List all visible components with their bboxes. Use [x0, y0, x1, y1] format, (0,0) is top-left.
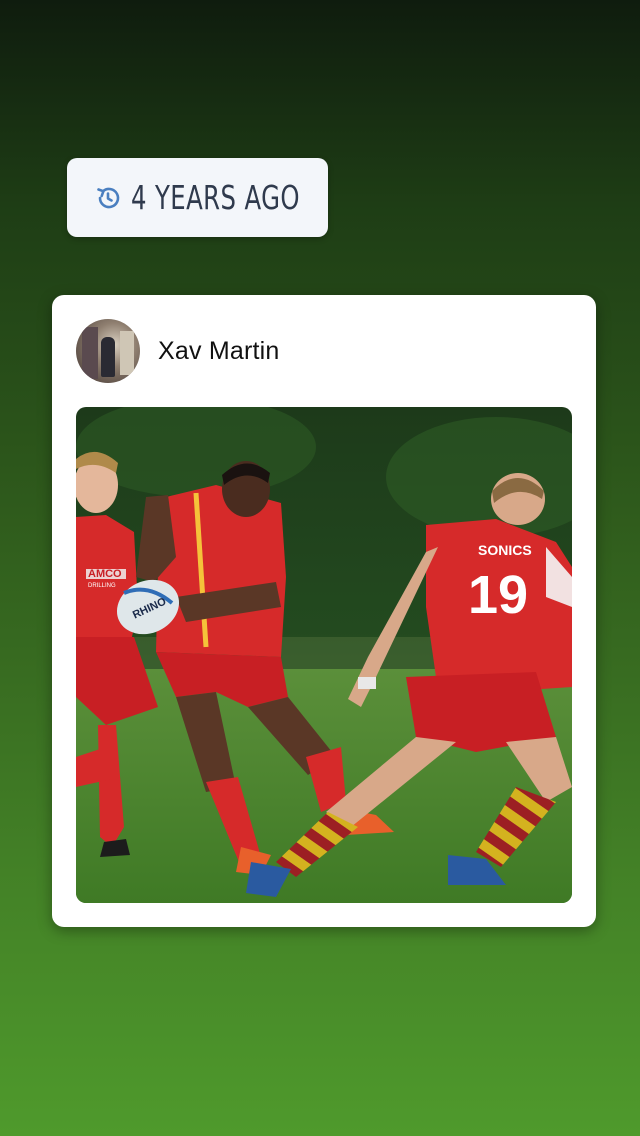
shirt-number-text: 19: [468, 565, 528, 625]
post-card[interactable]: Xav Martin AMCO DRILLING RHINO SONICS 19: [52, 295, 596, 927]
post-header: Xav Martin: [76, 319, 279, 383]
post-photo[interactable]: AMCO DRILLING RHINO SONICS 19: [76, 407, 572, 903]
avatar[interactable]: [76, 319, 140, 383]
history-icon: [96, 187, 119, 208]
shirt-name-text: SONICS: [478, 542, 532, 558]
sponsor-text: AMCO: [88, 568, 122, 580]
sponsor-sub-text: DRILLING: [88, 583, 116, 589]
memory-badge: 4 YEARS AGO: [67, 158, 328, 237]
memory-label: 4 YEARS AGO: [130, 178, 300, 217]
author-name[interactable]: Xav Martin: [158, 337, 279, 366]
